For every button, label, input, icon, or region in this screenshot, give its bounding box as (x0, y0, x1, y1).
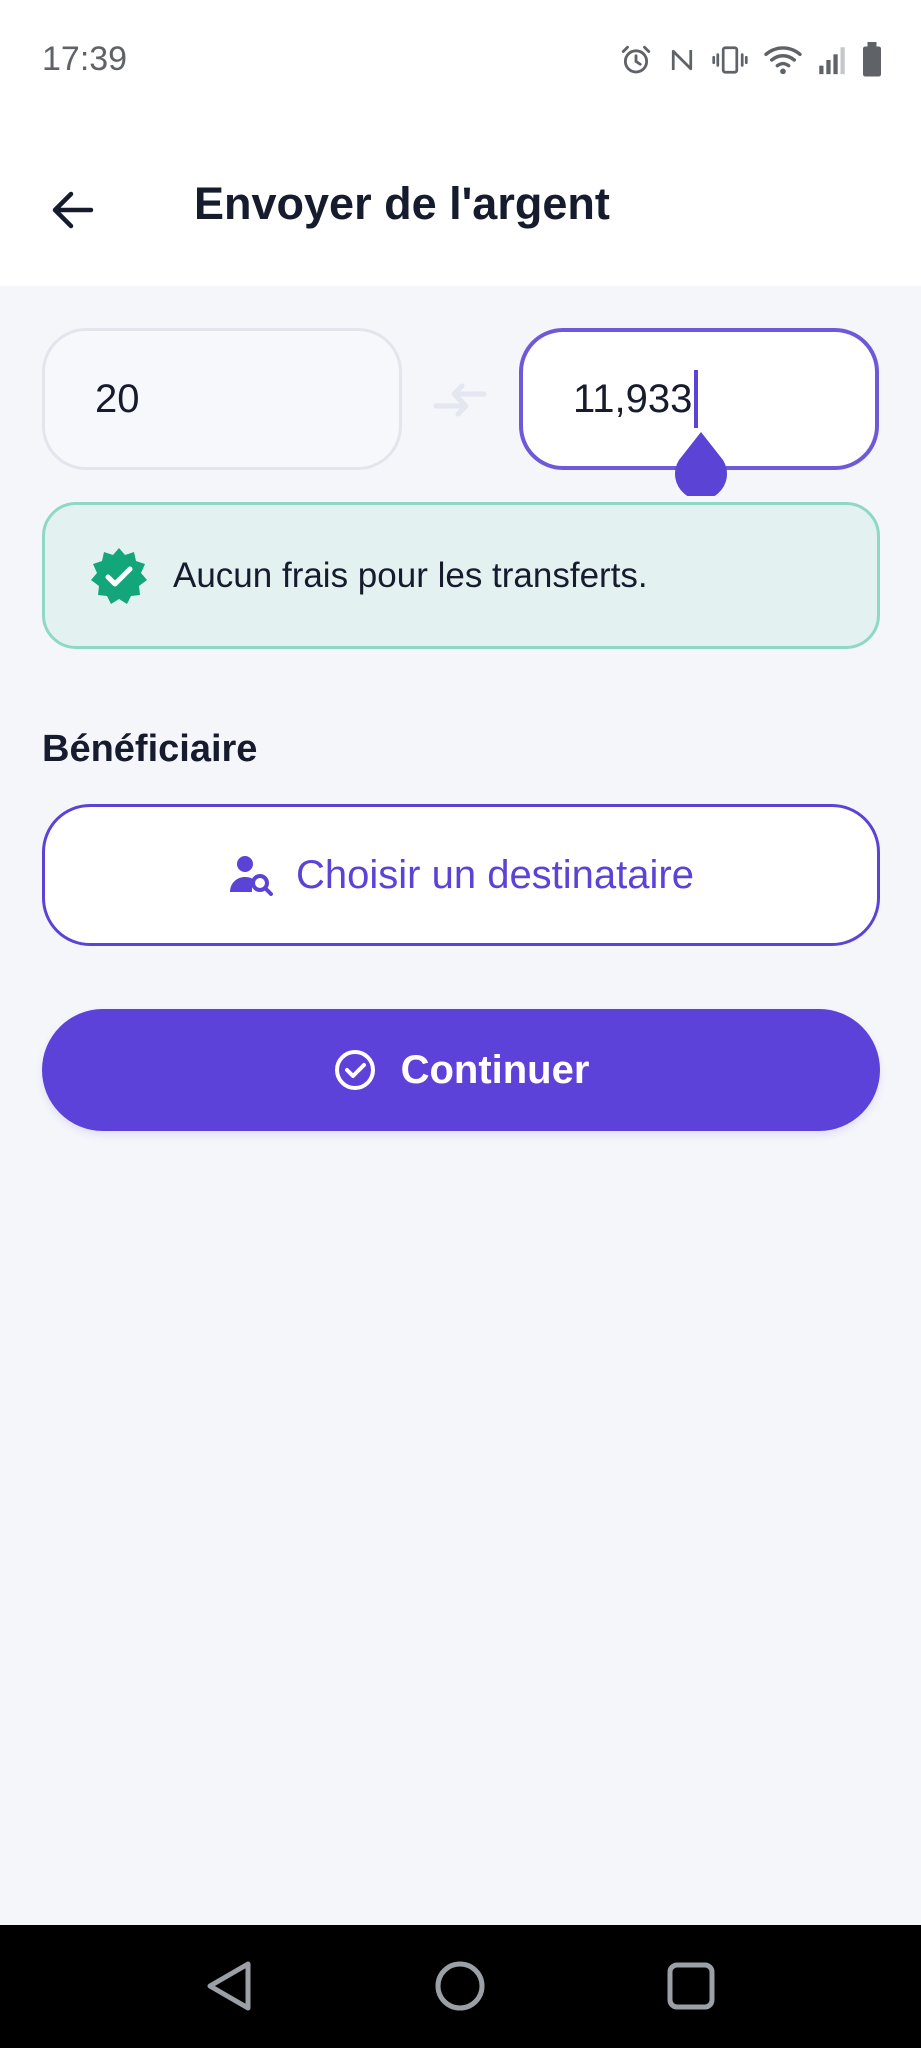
user-search-icon (230, 856, 273, 896)
back-button[interactable] (36, 174, 108, 246)
send-amount-input[interactable]: 20 (42, 328, 402, 470)
arrow-left-icon (52, 191, 94, 229)
beneficiary-label: Bénéficiaire (42, 728, 258, 770)
wifi-icon (764, 46, 802, 75)
system-nav-bar (0, 1925, 921, 2048)
home-circle-icon (435, 1961, 485, 2011)
nav-home-button[interactable] (427, 1953, 493, 2019)
swap-arrows-icon[interactable] (432, 376, 488, 424)
check-circle-icon (334, 1050, 375, 1090)
page-title: Envoyer de l'argent (194, 178, 610, 229)
nfc-icon (671, 49, 693, 71)
verified-badge-icon (91, 547, 147, 604)
vibrate-icon (712, 46, 748, 74)
status-time: 17:39 (42, 40, 128, 78)
nav-back-button[interactable] (196, 1953, 262, 2019)
cursor-handle-icon[interactable] (673, 430, 729, 496)
signal-icon (819, 47, 845, 75)
fee-notice-text: Aucun frais pour les transferts. (173, 555, 648, 595)
text-cursor (694, 370, 699, 428)
status-bar: 17:39 (0, 0, 921, 124)
choose-recipient-label: Choisir un destinataire (296, 852, 694, 897)
choose-recipient-button[interactable]: Choisir un destinataire (42, 804, 880, 946)
back-triangle-icon (207, 1961, 251, 2011)
fee-notice-banner: Aucun frais pour les transferts. (42, 502, 880, 649)
nav-recents-button[interactable] (658, 1953, 724, 2019)
app-bar: Envoyer de l'argent (0, 124, 921, 286)
battery-icon (863, 42, 881, 77)
continue-button[interactable]: Continuer (42, 1009, 880, 1131)
alarm-icon (621, 45, 651, 74)
continue-label: Continuer (400, 1047, 590, 1092)
receive-amount-value: 11,933 (573, 376, 693, 421)
recents-square-icon (667, 1962, 715, 2010)
status-icons (619, 42, 883, 78)
send-amount-value: 20 (95, 376, 140, 421)
